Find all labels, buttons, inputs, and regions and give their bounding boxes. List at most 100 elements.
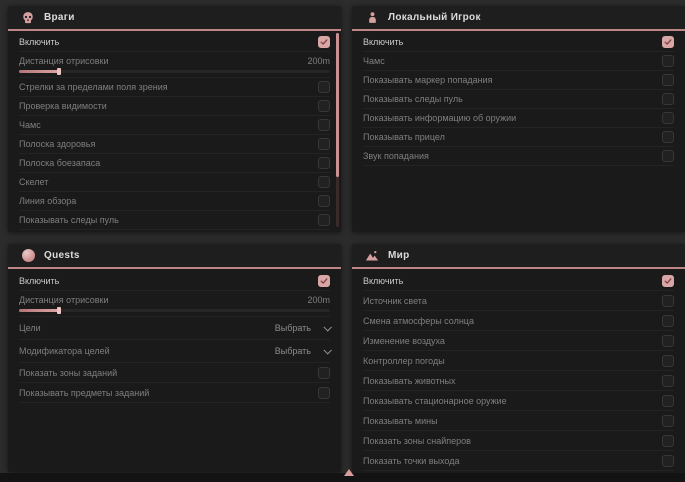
checkbox[interactable]: [662, 275, 674, 287]
setting-row: Полоска боезапаса: [19, 154, 330, 173]
setting-row: Показывать следы пуль: [363, 90, 674, 109]
setting-row: Изменение воздуха: [363, 331, 674, 351]
setting-row: Включить: [363, 271, 674, 291]
checkbox[interactable]: [662, 74, 674, 86]
slider-track[interactable]: [19, 309, 330, 312]
setting-row: Источник света: [363, 291, 674, 311]
setting-row: Показывать информацию об оружии: [363, 109, 674, 128]
setting-row-slider: Дистанция отрисовки 200m: [19, 291, 330, 317]
checkmark-icon: [320, 38, 328, 46]
checkbox[interactable]: [318, 81, 330, 93]
checkbox[interactable]: [662, 131, 674, 143]
setting-row: Показывать прицел: [363, 128, 674, 147]
skull-icon: [21, 11, 35, 25]
checkbox[interactable]: [318, 119, 330, 131]
setting-row: Чамс: [19, 116, 330, 135]
checkbox[interactable]: [662, 150, 674, 162]
checkbox[interactable]: [662, 375, 674, 387]
setting-label: Показать зоны снайперов: [363, 436, 471, 446]
checkmark-icon: [664, 38, 672, 46]
setting-label: Изменение воздуха: [363, 336, 445, 346]
checkbox[interactable]: [318, 157, 330, 169]
setting-row: Показывать предметы заданий: [19, 383, 330, 403]
setting-row: Линия обзора: [19, 192, 330, 211]
slider-fill: [19, 70, 59, 73]
slider-track[interactable]: [19, 70, 330, 73]
setting-row: Показывать следы пуль: [19, 211, 330, 230]
dropdown-модификатора-целей[interactable]: Выбрать: [275, 346, 330, 356]
setting-label: Чамс: [363, 56, 385, 66]
setting-row-slider: Дистанция отрисовки200m: [19, 52, 330, 78]
setting-row: Скелет: [19, 173, 330, 192]
setting-label: Показывать животных: [363, 376, 456, 386]
checkbox[interactable]: [662, 55, 674, 67]
setting-row: Смена атмосферы солнца: [363, 311, 674, 331]
panel-title: Враги: [44, 12, 75, 23]
panel-enemies: ВрагиВключитьДистанция отрисовки200mСтре…: [8, 6, 341, 232]
checkmark-icon: [320, 277, 328, 285]
setting-label: Полоска здоровья: [19, 139, 95, 149]
checkbox[interactable]: [662, 395, 674, 407]
panel-body: Включить Источник света Смена атмосферы со…: [352, 269, 685, 471]
slider-thumb[interactable]: [57, 307, 61, 314]
setting-label: Показать точки выхода: [363, 456, 459, 466]
setting-row: Показывать мины: [363, 411, 674, 431]
checkbox[interactable]: [662, 455, 674, 467]
checkbox[interactable]: [318, 138, 330, 150]
checkbox[interactable]: [318, 214, 330, 226]
setting-label: Источник света: [363, 296, 427, 306]
person-icon: [365, 11, 379, 25]
setting-label: Линия обзора: [19, 196, 76, 206]
setting-label: Показывать стационарное оружие: [363, 396, 507, 406]
checkbox[interactable]: [662, 112, 674, 124]
checkbox[interactable]: [662, 355, 674, 367]
setting-label: Показывать маркер попадания: [363, 75, 493, 85]
setting-row: Включить: [363, 33, 674, 52]
checkbox[interactable]: [318, 195, 330, 207]
setting-label: Контроллер погоды: [363, 356, 445, 366]
dropdown-selected-value: Выбрать: [275, 323, 311, 333]
setting-row: Чамс: [363, 52, 674, 71]
setting-row: Полоска здоровья: [19, 135, 330, 154]
setting-label: Звук попадания: [363, 151, 429, 161]
panel-title: Локальный Игрок: [388, 12, 481, 23]
checkbox[interactable]: [662, 435, 674, 447]
setting-label: Дистанция отрисовки: [19, 295, 109, 305]
setting-row: Звук попадания: [363, 147, 674, 166]
panel-header-quests: Quests: [8, 244, 341, 269]
scrollbar-thumb[interactable]: [336, 33, 339, 177]
checkbox[interactable]: [662, 295, 674, 307]
panel-world: МирВключитьИсточник светаСмена атмосферы…: [352, 244, 685, 474]
checkbox[interactable]: [318, 387, 330, 399]
panel-quests: Quests Включить Дистанция отрисовки 200m Цел…: [8, 244, 341, 472]
chevron-down-icon: [323, 323, 331, 331]
setting-row: Проверка видимости: [19, 97, 330, 116]
setting-row-select: ЦелиВыбрать: [19, 317, 330, 340]
setting-label: Чамс: [19, 120, 41, 130]
checkbox[interactable]: [662, 335, 674, 347]
mountain-icon: [365, 249, 379, 263]
dropdown-selected-value: Выбрать: [275, 346, 311, 356]
checkbox[interactable]: [662, 36, 674, 48]
setting-label: Включить: [363, 37, 403, 47]
checkbox[interactable]: [662, 415, 674, 427]
setting-label: Дистанция отрисовки: [19, 56, 109, 66]
checkbox[interactable]: [318, 176, 330, 188]
setting-label: Показывать прицел: [363, 132, 445, 142]
setting-label: Включить: [19, 276, 59, 286]
panel-body: Включить Чамс Показывать маркер попадания П…: [352, 31, 685, 166]
slider-value: 200m: [307, 295, 330, 305]
checkbox[interactable]: [662, 93, 674, 105]
dropdown-цели[interactable]: Выбрать: [275, 323, 330, 333]
setting-row-select: Модификатора целейВыбрать: [19, 340, 330, 363]
panel-title: Quests: [44, 250, 80, 261]
slider-thumb[interactable]: [57, 68, 61, 75]
checkbox[interactable]: [318, 36, 330, 48]
checkbox[interactable]: [318, 367, 330, 379]
setting-label: Включить: [19, 37, 59, 47]
scrollbar[interactable]: [336, 33, 339, 227]
checkbox[interactable]: [662, 315, 674, 327]
checkbox[interactable]: [318, 275, 330, 287]
panel-header-local-player: Локальный Игрок: [352, 6, 685, 31]
checkbox[interactable]: [318, 100, 330, 112]
